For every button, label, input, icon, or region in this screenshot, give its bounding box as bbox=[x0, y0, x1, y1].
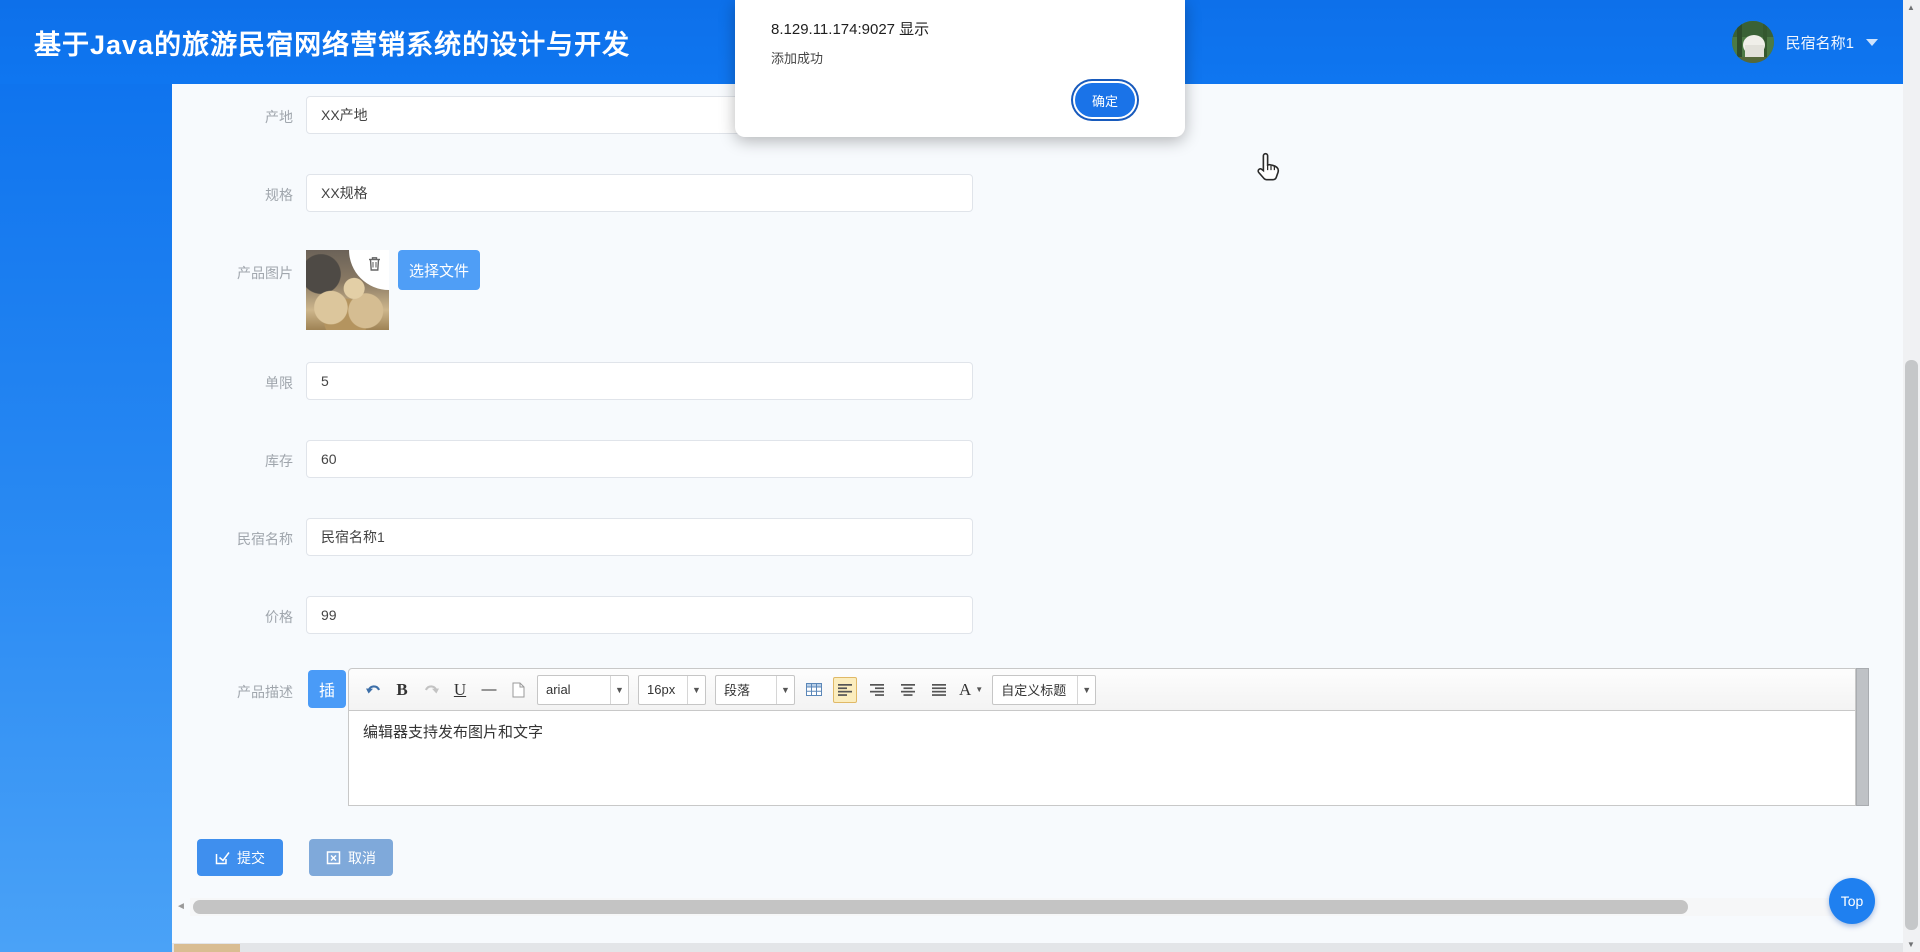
vertical-scrollbar-thumb[interactable] bbox=[1905, 360, 1918, 930]
custom-heading-select[interactable]: 自定义标题▼ bbox=[992, 675, 1096, 705]
product-image-thumbnail bbox=[306, 250, 389, 330]
alert-dialog-source: 8.129.11.174:9027 显示 bbox=[771, 18, 929, 39]
alert-dialog-message: 添加成功 bbox=[771, 48, 823, 67]
font-family-select[interactable]: arial▼ bbox=[537, 675, 629, 705]
editor-scrollbar[interactable] bbox=[1856, 668, 1869, 806]
trash-icon bbox=[367, 255, 382, 272]
paragraph-format-select[interactable]: 段落▼ bbox=[715, 675, 795, 705]
chevron-down-icon: ▼ bbox=[610, 676, 628, 704]
table-icon[interactable] bbox=[804, 677, 824, 703]
horizontal-scrollbar-thumb[interactable] bbox=[193, 900, 1688, 914]
bold-icon[interactable]: B bbox=[392, 677, 412, 703]
homestay-name-input[interactable] bbox=[306, 518, 973, 556]
undo-icon[interactable] bbox=[363, 677, 383, 703]
user-menu[interactable]: 民宿名称1 bbox=[1732, 0, 1878, 84]
mouse-cursor-icon bbox=[1254, 150, 1284, 189]
underline-icon[interactable]: U bbox=[450, 677, 470, 703]
user-name: 民宿名称1 bbox=[1786, 32, 1854, 53]
spec-input[interactable] bbox=[306, 174, 973, 212]
avatar-image bbox=[1732, 21, 1774, 63]
scroll-down-arrow[interactable]: ▼ bbox=[1907, 940, 1915, 949]
editor-content[interactable]: 编辑器支持发布图片和文字 bbox=[348, 711, 1856, 806]
alert-dialog: 8.129.11.174:9027 显示 添加成功 确定 bbox=[735, 0, 1185, 137]
chevron-down-icon[interactable] bbox=[1866, 39, 1878, 46]
font-color-icon[interactable]: A▼ bbox=[959, 677, 983, 703]
align-left-icon[interactable] bbox=[833, 677, 857, 703]
delete-image-button[interactable] bbox=[349, 250, 389, 290]
bottom-edge-band bbox=[172, 943, 1903, 952]
align-justify-icon[interactable] bbox=[928, 677, 950, 703]
cancel-cross-icon bbox=[326, 850, 341, 865]
submit-button[interactable]: 提交 bbox=[197, 839, 283, 876]
editor-insert-tab[interactable]: 插 bbox=[308, 670, 346, 708]
font-size-select[interactable]: 16px▼ bbox=[638, 675, 706, 705]
bottom-edge-content-peek bbox=[174, 944, 240, 952]
price-input[interactable] bbox=[306, 596, 973, 634]
editor-toolbar: B U — arial▼ 16px▼ 段落▼ bbox=[348, 668, 1856, 711]
back-to-top-button[interactable]: Top bbox=[1829, 878, 1875, 924]
limit-input[interactable] bbox=[306, 362, 973, 400]
horizontal-rule-icon[interactable]: — bbox=[479, 677, 499, 703]
hscroll-left-arrow[interactable]: ◄ bbox=[176, 901, 186, 912]
sidebar bbox=[0, 84, 172, 952]
choose-file-button[interactable]: 选择文件 bbox=[398, 250, 480, 290]
cancel-button[interactable]: 取消 bbox=[309, 839, 393, 876]
chevron-down-icon: ▼ bbox=[687, 676, 705, 704]
horizontal-scrollbar[interactable] bbox=[190, 898, 1856, 916]
chevron-down-icon: ▼ bbox=[776, 676, 794, 704]
scroll-up-arrow[interactable]: ▲ bbox=[1907, 3, 1915, 12]
redo-icon[interactable] bbox=[421, 677, 441, 703]
submit-check-icon bbox=[215, 850, 230, 865]
stock-input[interactable] bbox=[306, 440, 973, 478]
align-right-icon[interactable] bbox=[866, 677, 888, 703]
vertical-scrollbar[interactable]: ▲ ▼ bbox=[1903, 0, 1920, 952]
new-document-icon[interactable] bbox=[508, 677, 528, 703]
page-title: 基于Java的旅游民宿网络营销系统的设计与开发 bbox=[34, 0, 630, 84]
avatar[interactable] bbox=[1732, 21, 1774, 63]
align-center-icon[interactable] bbox=[897, 677, 919, 703]
app-window: 基于Java的旅游民宿网络营销系统的设计与开发 民宿名称1 bbox=[0, 0, 1920, 952]
alert-ok-button[interactable]: 确定 bbox=[1075, 83, 1135, 117]
chevron-down-icon: ▼ bbox=[1077, 676, 1095, 704]
